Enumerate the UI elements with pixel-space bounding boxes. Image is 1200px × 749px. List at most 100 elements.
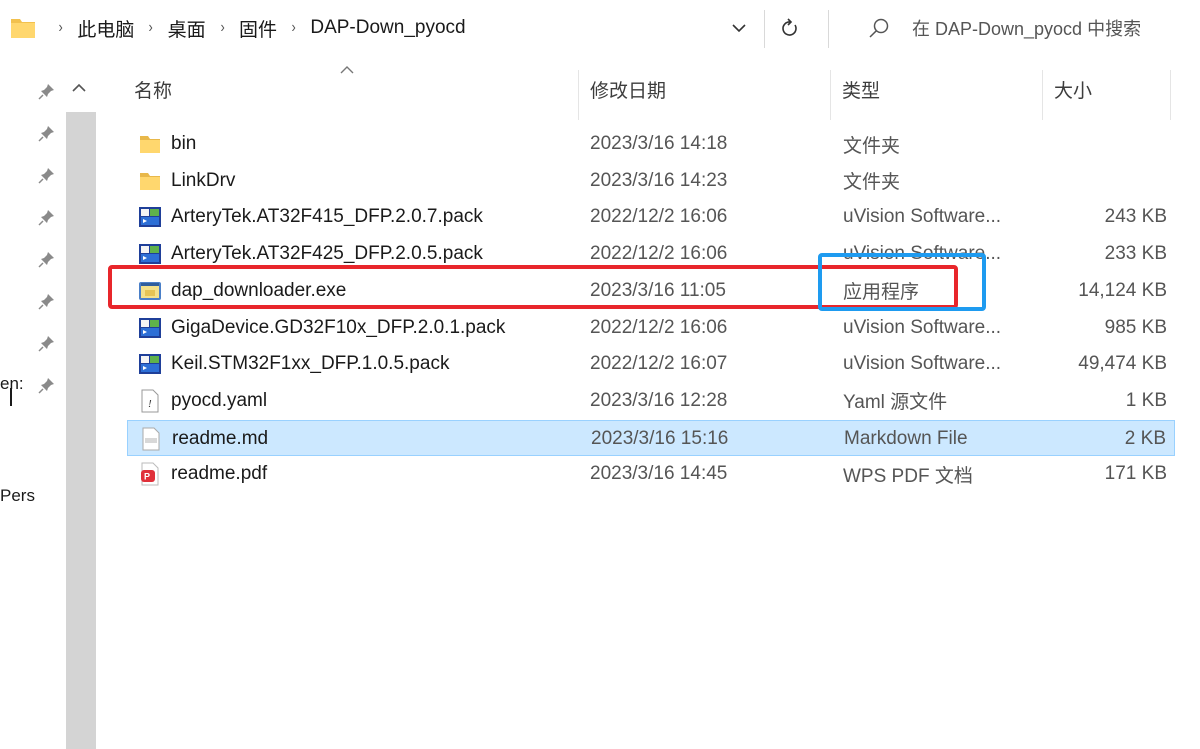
file-type: Markdown File (844, 427, 968, 449)
file-name: GigaDevice.GD32F10x_DFP.2.0.1.pack (171, 316, 506, 338)
address-bar[interactable]: › 此电脑 › 桌面 › 固件 › DAP-Down_pyocd (0, 8, 770, 48)
address-history-dropdown[interactable] (722, 8, 756, 48)
file-type: uVision Software... (843, 206, 1002, 228)
pin-icon[interactable] (38, 82, 56, 100)
pin-icon[interactable] (38, 292, 56, 310)
svg-text:P: P (144, 472, 150, 482)
divider (828, 10, 829, 48)
pdf-icon: P (137, 461, 163, 487)
column-divider[interactable] (830, 70, 831, 120)
breadcrumb-separator[interactable]: › (292, 19, 296, 37)
file-name: ArteryTek.AT32F425_DFP.2.0.5.pack (171, 243, 483, 265)
file-row[interactable]: LinkDrv 2023/3/16 14:23 文件夹 (127, 163, 1175, 199)
file-row[interactable]: ArteryTek.AT32F415_DFP.2.0.7.pack 2022/12… (127, 199, 1175, 235)
annotation-highlight-blue (818, 253, 986, 311)
file-type: uVision Software... (843, 353, 1002, 375)
file-name: readme.md (172, 427, 269, 449)
column-header-name[interactable]: 名称 (134, 58, 172, 120)
file-name: Keil.STM32F1xx_DFP.1.0.5.pack (171, 353, 450, 375)
svg-text:!: ! (148, 398, 152, 410)
file-date: 2023/3/16 14:18 (590, 133, 728, 154)
file-row[interactable]: Preadme.pdf 2023/3/16 14:45 WPS PDF 文档 171 … (127, 456, 1175, 492)
file-row[interactable]: readme.md 2023/3/16 15:16 Markdown File 2 K… (127, 419, 1175, 457)
file-size: 1 KB (1125, 389, 1167, 411)
column-header-size[interactable]: 大小 (1054, 58, 1092, 120)
address-bar-row: › 此电脑 › 桌面 › 固件 › DAP-Down_pyocd 在 DAP-D… (0, 0, 1200, 58)
file-date: 2023/3/16 14:45 (590, 463, 728, 485)
file-name: readme.pdf (171, 463, 268, 485)
uvision-pack-icon (137, 204, 163, 230)
file-type: uVision Software... (843, 316, 1002, 338)
file-name: ArteryTek.AT32F415_DFP.2.0.7.pack (171, 206, 483, 228)
breadcrumb-item-current-folder[interactable]: DAP-Down_pyocd (310, 17, 465, 39)
breadcrumb-item-this-pc[interactable]: 此电脑 (77, 15, 134, 42)
folder-icon (137, 168, 163, 194)
pin-icon[interactable] (38, 334, 56, 352)
file-date: 2023/3/16 15:16 (591, 427, 729, 449)
pin-icon[interactable] (38, 166, 56, 184)
folder-icon (137, 131, 163, 157)
column-divider[interactable] (578, 70, 579, 120)
nav-scrollbar[interactable] (66, 112, 96, 749)
uvision-pack-icon (137, 351, 163, 377)
file-row[interactable]: Keil.STM32F1xx_DFP.1.0.5.pack 2022/12/2 1… (127, 346, 1175, 382)
file-size: 14,124 KB (1078, 279, 1167, 301)
breadcrumb: › 此电脑 › 桌面 › 固件 › DAP-Down_pyocd (44, 8, 466, 48)
file-size: 49,474 KB (1078, 353, 1167, 375)
breadcrumb-separator[interactable]: › (220, 19, 224, 37)
navigation-pane: en: Pers (0, 58, 98, 749)
nav-scroll-up-icon[interactable] (72, 80, 86, 98)
file-row[interactable]: bin 2023/3/16 14:18 文件夹 (127, 126, 1175, 162)
file-name-cell: Keil.STM32F1xx_DFP.1.0.5.pack (137, 346, 449, 382)
nav-item-fragment[interactable]: Pers (0, 486, 35, 506)
file-name-cell: readme.md (138, 421, 268, 457)
file-type: 文件夹 (843, 172, 901, 194)
file-size: 985 KB (1104, 316, 1167, 338)
refresh-icon (782, 18, 797, 36)
file-list: 名称 修改日期 类型 大小 bin 2023/3/16 14:18 文件夹 LinkD… (100, 58, 1200, 749)
file-name: bin (171, 133, 197, 154)
breadcrumb-separator[interactable]: › (149, 19, 153, 37)
column-header-type[interactable]: 类型 (842, 58, 880, 120)
breadcrumb-separator[interactable]: › (59, 19, 63, 37)
file-date: 2023/3/16 12:28 (590, 389, 728, 411)
nav-item-fragment[interactable]: en: (0, 374, 24, 394)
file-size: 171 KB (1104, 463, 1167, 485)
file-date: 2022/12/2 16:06 (590, 316, 728, 338)
file-name-cell: LinkDrv (137, 163, 235, 199)
file-size: 233 KB (1104, 243, 1167, 265)
search-icon (869, 18, 889, 38)
yaml-file-icon: ! (137, 388, 163, 414)
file-name: pyocd.yaml (171, 389, 268, 411)
file-name: LinkDrv (171, 169, 236, 191)
chevron-down-icon (732, 23, 746, 32)
pin-icon[interactable] (38, 250, 56, 268)
refresh-button[interactable] (772, 8, 808, 48)
file-type: 文件夹 (843, 135, 901, 157)
sort-ascending-icon (340, 62, 354, 77)
file-type: Yaml 源文件 (843, 392, 948, 414)
pin-icon[interactable] (38, 124, 56, 142)
column-divider[interactable] (1170, 70, 1171, 120)
markdown-file-icon (138, 426, 164, 452)
pin-icon[interactable] (38, 376, 56, 394)
search-input[interactable]: 在 DAP-Down_pyocd 中搜索 (842, 8, 1200, 48)
file-name-cell: ! pyocd.yaml (137, 383, 267, 419)
folder-icon (11, 19, 35, 38)
file-row[interactable]: ! pyocd.yaml 2023/3/16 12:28 Yaml 源文件 1 KB (127, 383, 1175, 419)
search-placeholder: 在 DAP-Down_pyocd 中搜索 (912, 19, 1142, 39)
file-date: 2023/3/16 14:23 (590, 169, 728, 191)
file-size: 2 KB (1124, 427, 1166, 449)
breadcrumb-item-firmware[interactable]: 固件 (239, 15, 277, 42)
pin-icon[interactable] (38, 208, 56, 226)
file-name-cell: bin (137, 126, 196, 162)
column-header-date[interactable]: 修改日期 (590, 58, 666, 120)
file-name-cell: Preadme.pdf (137, 456, 267, 492)
file-size: 243 KB (1104, 206, 1167, 228)
file-row[interactable]: GigaDevice.GD32F10x_DFP.2.0.1.pack 2022/1… (127, 310, 1175, 346)
breadcrumb-item-desktop[interactable]: 桌面 (168, 15, 206, 42)
file-date: 2022/12/2 16:07 (590, 353, 728, 375)
file-type: WPS PDF 文档 (843, 465, 973, 487)
uvision-pack-icon (137, 241, 163, 267)
column-divider[interactable] (1042, 70, 1043, 120)
